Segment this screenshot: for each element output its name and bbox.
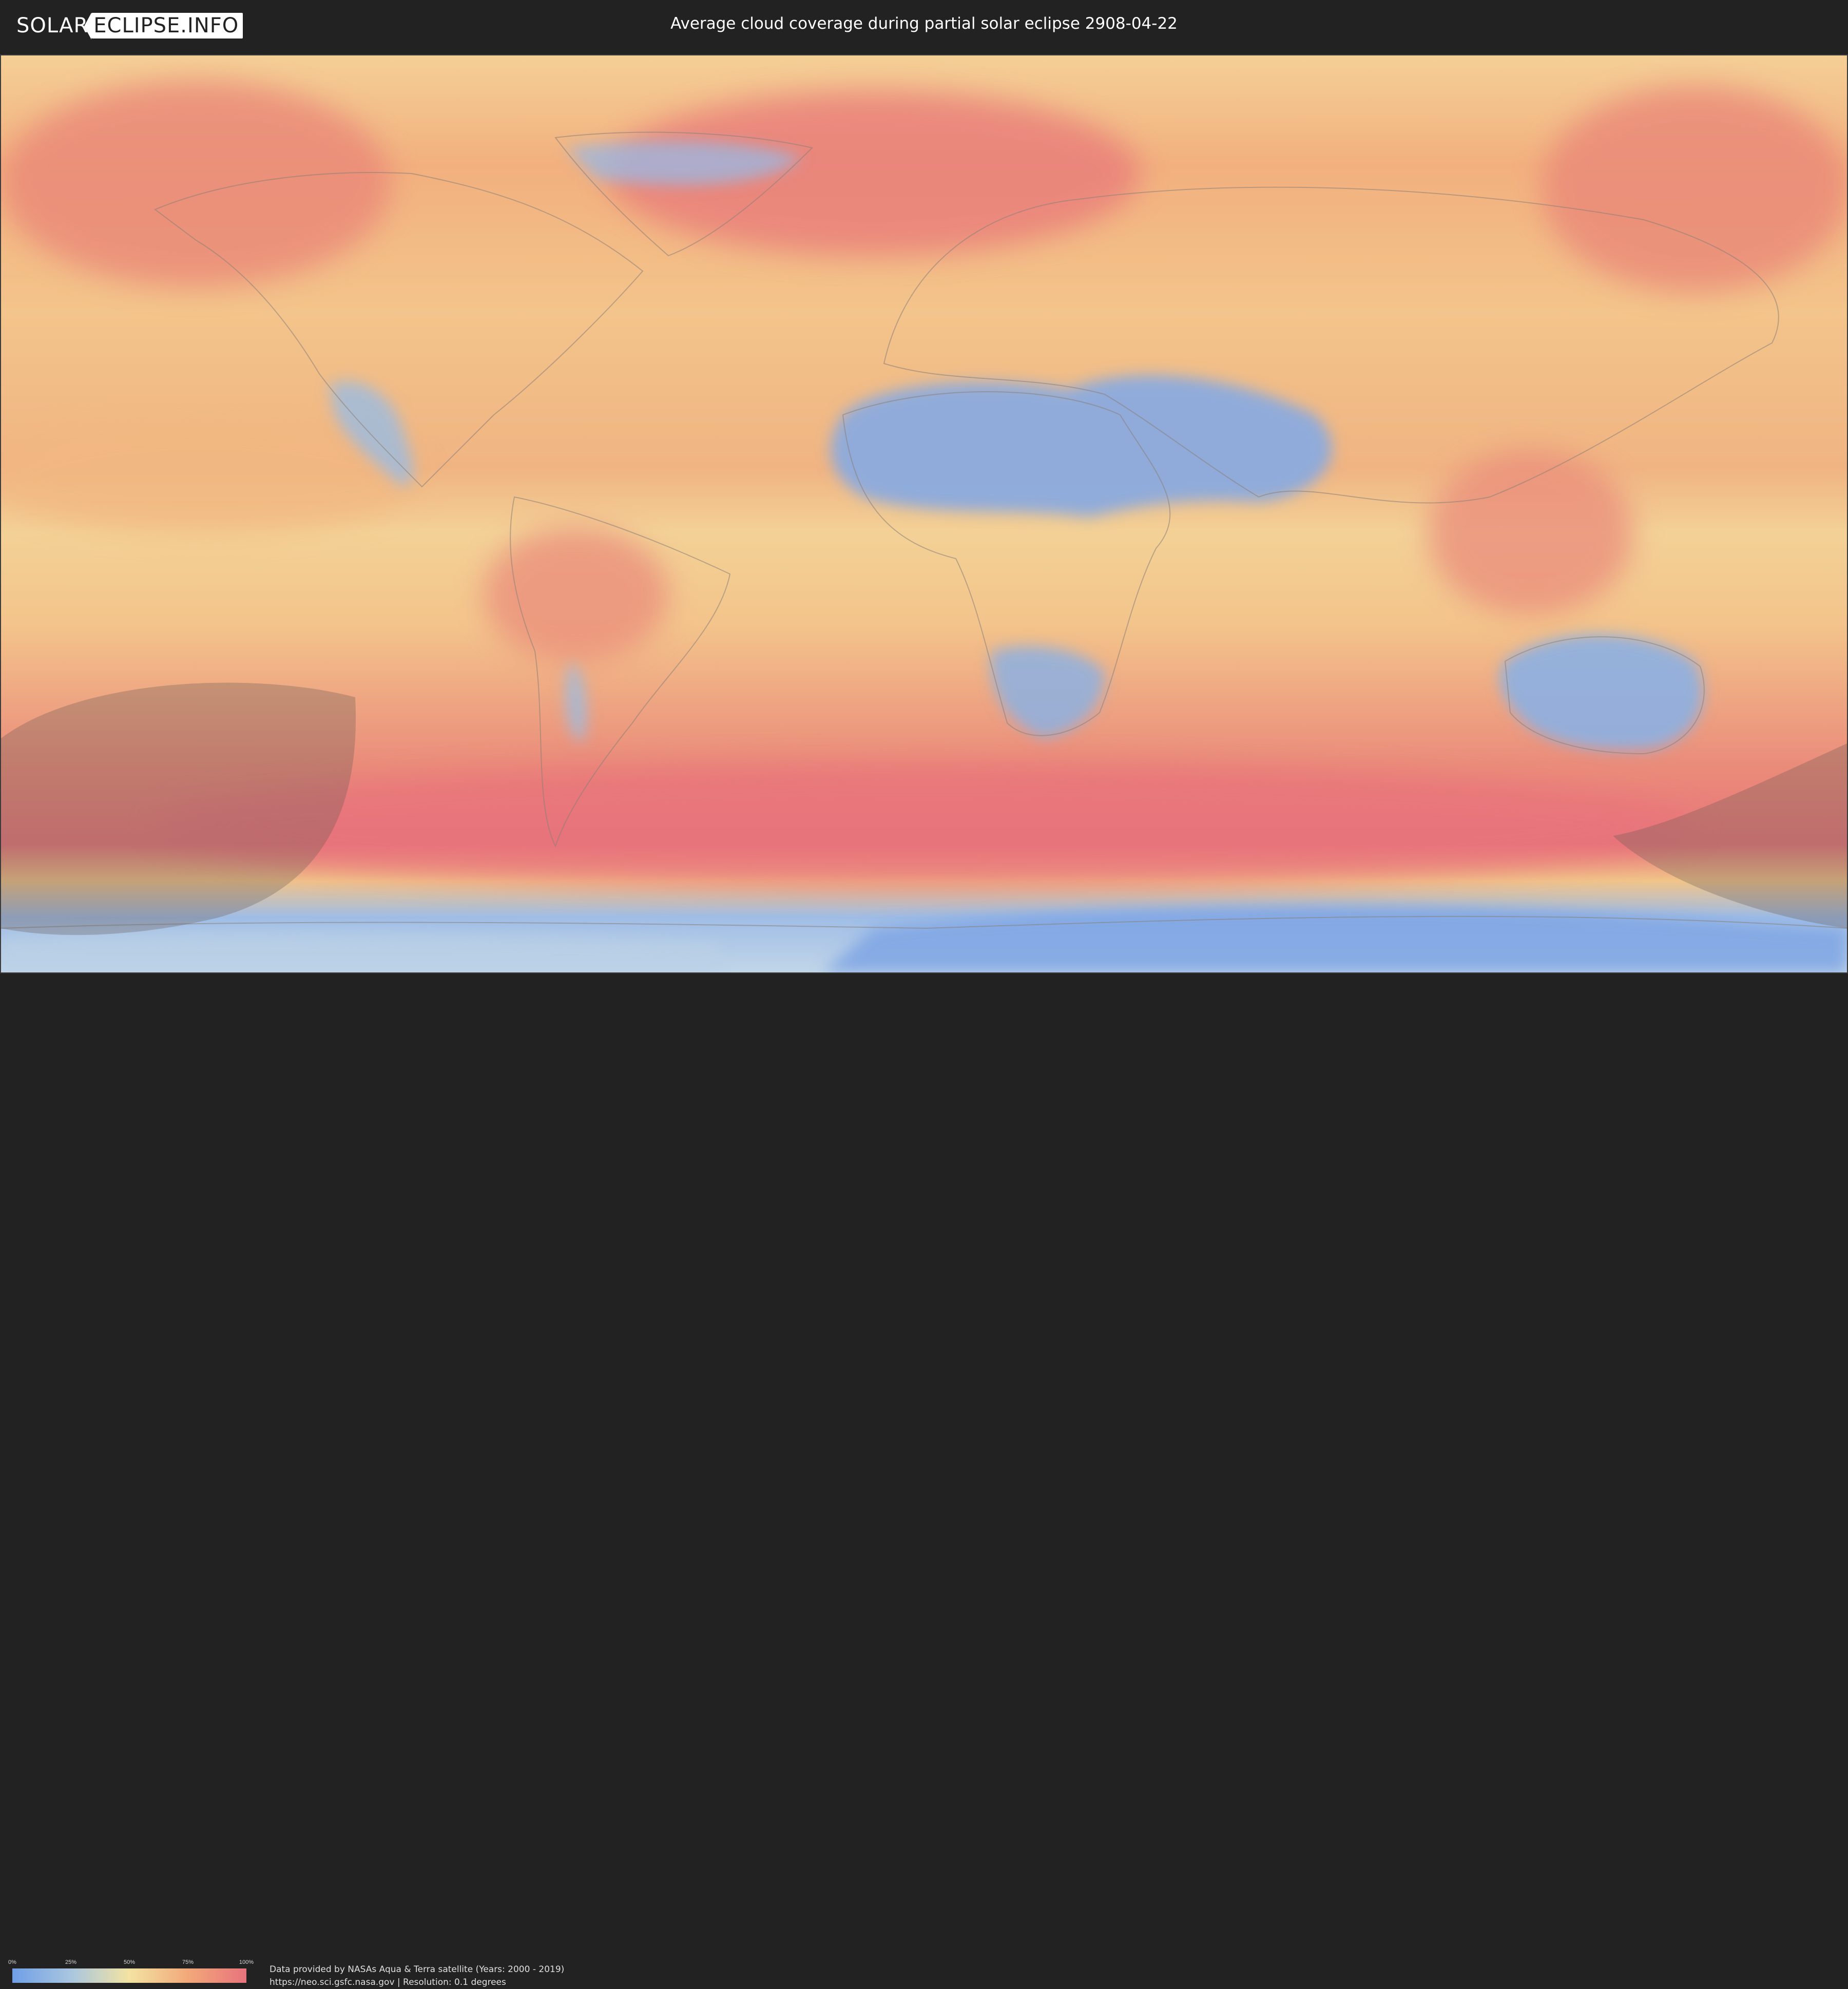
page-title: Average cloud coverage during partial so… bbox=[670, 14, 1178, 33]
cloud-coverage-legend: 0% 25% 50% 75% 100% bbox=[8, 1959, 254, 1983]
credits-line-source: Data provided by NASAs Aqua & Terra sate… bbox=[270, 1964, 565, 1975]
legend-tick-25: 25% bbox=[65, 1959, 77, 1965]
legend-tick-0: 0% bbox=[8, 1959, 16, 1965]
legend-ticks: 0% 25% 50% 75% 100% bbox=[8, 1959, 254, 1968]
data-credits: Data provided by NASAs Aqua & Terra sate… bbox=[270, 1963, 564, 1989]
top-bar: SOLAR ECLIPSE.INFO Average cloud coverag… bbox=[0, 0, 1848, 51]
legend-tick-100: 100% bbox=[239, 1959, 254, 1965]
credits-line-url[interactable]: https://neo.sci.gsfc.nasa.gov | Resoluti… bbox=[270, 1976, 564, 1989]
cloud-coverage-map[interactable] bbox=[0, 54, 1848, 973]
legend-tick-75: 75% bbox=[182, 1959, 194, 1965]
legend-color-bar bbox=[12, 1968, 246, 1983]
legend-tick-50: 50% bbox=[123, 1959, 136, 1965]
map-canvas bbox=[1, 55, 1847, 972]
footer-bar: 0% 25% 50% 75% 100% Data provided by NAS… bbox=[0, 973, 1848, 1987]
